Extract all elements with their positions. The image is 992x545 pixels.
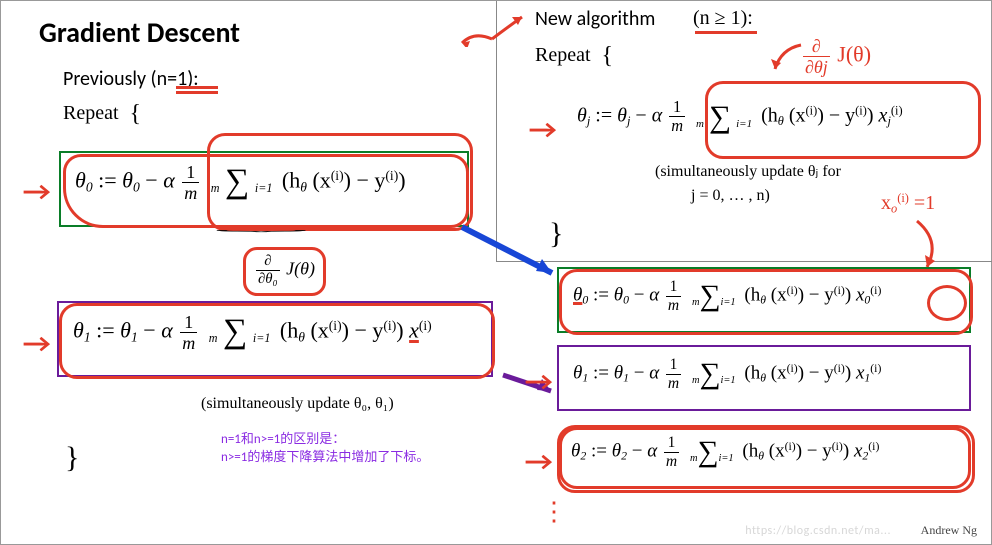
eq-theta0-right: θ0 := θ0 − α 1m m∑i=1 (hθ (x(i)) − y(i))… xyxy=(557,267,971,333)
eq-theta2-right: θ2 := θ2 − α 1m m∑i=1 (hθ (x(i)) − y(i))… xyxy=(557,425,971,491)
eq-theta1-left: θ1 := θ1 − α 1 m m ∑ i=1 (hθ (x(i)) − y(… xyxy=(57,301,493,377)
right-simu2: j = 0, … , n) xyxy=(691,187,770,205)
arrow-split-icon xyxy=(456,9,528,47)
arrow-red-icon: → xyxy=(525,365,553,397)
deriv-handwritten: ∂ ∂θj J(θ) xyxy=(801,37,871,76)
eq-theta1-right: θ1 := θ1 − α 1m m∑i=1 (hθ (x(i)) − y(i))… xyxy=(557,345,971,411)
left-simu-text: (simultaneously update θ₀, θ₁) xyxy=(201,395,394,413)
underline-n-ge-1 xyxy=(695,31,757,34)
right-brace-close: } xyxy=(549,217,563,251)
left-repeat: Repeat { xyxy=(63,101,141,128)
deriv-theta0-label: ∂ ∂θ₀ J(θ) xyxy=(243,247,326,296)
eq-thetaj: θj := θj − α 1 m m ∑ i=1 (hθ (x(i)) − y(… xyxy=(563,89,975,161)
left-brace-open: { xyxy=(130,101,142,127)
left-repeat-text: Repeat xyxy=(63,102,119,124)
annotation-chinese: n=1和n>=1的区别是： n>=1的梯度下降算法中增加了下标。 xyxy=(221,431,429,466)
right-condition: (n ≥ 1): xyxy=(693,7,753,30)
eq-theta0-left: θ0 := θ0 − α 1 m m ∑ i=1 (hθ (x(i)) − y(… xyxy=(59,151,469,227)
left-brace-close: } xyxy=(65,441,79,475)
arrow-red-icon: → xyxy=(529,113,557,145)
ellipsis-vertical-icon: ⋮ xyxy=(541,497,571,527)
author-credit: Andrew Ng xyxy=(921,523,977,538)
arrow-red-icon: → xyxy=(23,327,51,359)
arrow-red-icon: → xyxy=(525,445,553,477)
underbrace-icon: ⏟ xyxy=(215,223,285,233)
annotation-line1: n=1和n>=1的区别是： xyxy=(221,431,429,449)
scribble-x0-eq-1: xo(i) =1 xyxy=(881,191,935,216)
slide: Gradient Descent Previously (n=1): Repea… xyxy=(0,0,992,545)
watermark: https://blog.csdn.net/ma... xyxy=(745,524,891,538)
sum-icon: m ∑ i=1 xyxy=(209,317,271,348)
sum-icon: m ∑ i=1 xyxy=(211,167,273,198)
right-simu1: (simultaneously update θⱼ for xyxy=(655,161,841,181)
page-title: Gradient Descent xyxy=(39,15,240,50)
underline-n1 xyxy=(176,86,218,94)
arrow-red-curve-icon xyxy=(767,39,807,79)
right-subtitle: New algorithm xyxy=(535,7,655,31)
right-repeat: Repeat { xyxy=(535,43,613,70)
frac-1-m: 1 m xyxy=(182,163,199,202)
annotation-line2: n>=1的梯度下降算法中增加了下标。 xyxy=(221,449,429,467)
arrow-red-icon: → xyxy=(23,175,51,207)
